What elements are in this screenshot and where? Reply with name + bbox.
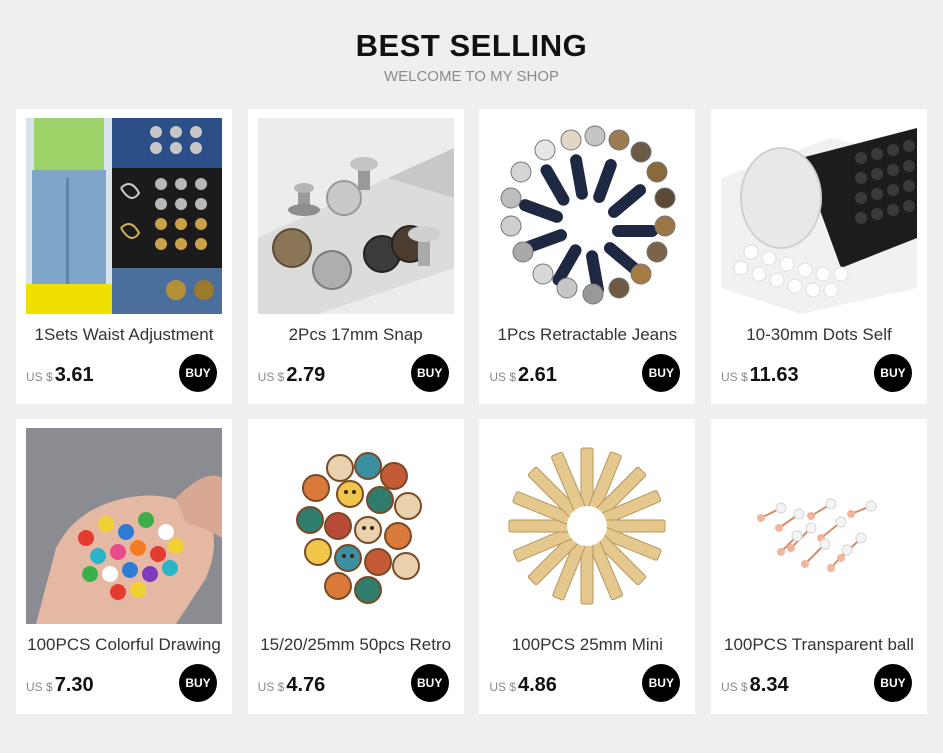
- product-name[interactable]: 15/20/25mm 50pcs Retro: [254, 635, 458, 655]
- product-card[interactable]: 10-30mm Dots Self US $ 11.63 BUY: [710, 109, 927, 404]
- product-image[interactable]: [257, 118, 454, 314]
- adhesive-dots-roll-photo-icon: [720, 118, 917, 314]
- product-name[interactable]: 10-30mm Dots Self: [717, 325, 921, 345]
- currency-label: US $: [257, 680, 285, 694]
- currency-label: US $: [489, 370, 516, 384]
- product-image[interactable]: [257, 428, 454, 624]
- product-card[interactable]: 100PCS Transparent ball US $ 8.34 BUY: [710, 419, 927, 714]
- page-subtitle: WELCOME TO MY SHOP: [383, 68, 560, 85]
- product-image[interactable]: [720, 428, 917, 624]
- price-row: US $ 4.76: [258, 674, 326, 696]
- product-price: 3.61: [54, 364, 94, 386]
- product-card[interactable]: 100PCS 25mm Mini US $ 4.86 BUY: [479, 419, 696, 714]
- product-card[interactable]: 15/20/25mm 50pcs Retro US $ 4.76 BUY: [247, 419, 464, 714]
- product-card[interactable]: 1Sets Waist Adjustment US $ 3.61 BUY: [16, 109, 232, 404]
- currency-label: US $: [26, 370, 53, 384]
- product-name[interactable]: 100PCS 25mm Mini: [485, 635, 689, 655]
- product-name[interactable]: 100PCS Transparent ball: [717, 635, 921, 655]
- price-row: US $ 7.30: [26, 674, 94, 696]
- buy-button[interactable]: BUY: [179, 354, 217, 392]
- snap-buttons-photo-icon: [257, 118, 454, 314]
- buy-button[interactable]: BUY: [410, 354, 449, 392]
- buy-button[interactable]: BUY: [873, 354, 912, 392]
- currency-label: US $: [489, 680, 516, 694]
- product-name[interactable]: 1Sets Waist Adjustment: [22, 325, 226, 345]
- button-ring-photo-icon: [489, 118, 686, 314]
- product-price: 7.30: [54, 674, 94, 696]
- buy-button[interactable]: BUY: [642, 664, 681, 702]
- buy-button[interactable]: BUY: [179, 664, 217, 702]
- product-price: 8.34: [749, 674, 789, 696]
- product-price: 4.76: [286, 674, 326, 696]
- price-row: US $ 4.86: [489, 674, 557, 696]
- currency-label: US $: [26, 680, 53, 694]
- price-row: US $ 2.61: [489, 364, 557, 386]
- buy-button[interactable]: BUY: [873, 664, 912, 702]
- currency-label: US $: [720, 370, 748, 384]
- price-row: US $ 3.61: [26, 364, 94, 386]
- price-row: US $ 11.63: [721, 364, 799, 386]
- product-card[interactable]: 100PCS Colorful Drawing US $ 7.30 BUY: [16, 419, 232, 714]
- wooden-clothespins-photo-icon: [489, 428, 686, 624]
- product-name[interactable]: 1Pcs Retractable Jeans: [485, 325, 689, 345]
- wooden-buttons-photo-icon: [257, 428, 454, 624]
- product-name[interactable]: 100PCS Colorful Drawing: [22, 635, 226, 655]
- page-title: BEST SELLING: [355, 28, 588, 63]
- product-price: 4.86: [518, 674, 557, 696]
- product-price: 2.79: [286, 364, 326, 386]
- product-price: 11.63: [749, 364, 799, 386]
- product-name[interactable]: 2Pcs 17mm Snap: [254, 325, 458, 345]
- price-row: US $ 2.79: [258, 364, 326, 386]
- product-image[interactable]: [26, 118, 222, 314]
- page-header: BEST SELLING WELCOME TO MY SHOP: [0, 28, 943, 86]
- buy-button[interactable]: BUY: [410, 664, 449, 702]
- currency-label: US $: [720, 680, 748, 694]
- product-card[interactable]: 2Pcs 17mm Snap US $ 2.79 BUY: [247, 109, 464, 404]
- price-row: US $ 8.34: [721, 674, 789, 696]
- product-card[interactable]: 1Pcs Retractable Jeans US $ 2.61 BUY: [479, 109, 696, 404]
- product-image[interactable]: [489, 118, 686, 314]
- buy-button[interactable]: BUY: [642, 354, 681, 392]
- ball-pins-photo-icon: [720, 428, 917, 624]
- jeans-button-hooks-photo-icon: [26, 118, 222, 314]
- product-image[interactable]: [489, 428, 686, 624]
- product-image[interactable]: [720, 118, 917, 314]
- currency-label: US $: [257, 370, 285, 384]
- colorful-pins-photo-icon: [26, 428, 222, 624]
- product-image[interactable]: [26, 428, 222, 624]
- product-price: 2.61: [518, 364, 557, 386]
- product-grid: 1Sets Waist Adjustment US $ 3.61 BUY 2Pc…: [16, 109, 927, 714]
